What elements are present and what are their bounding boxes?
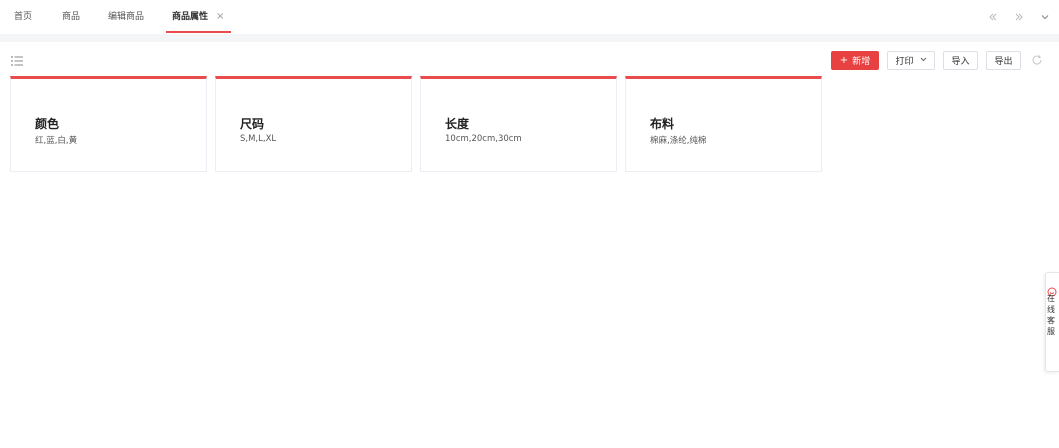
tab-label: 商品属性 [172, 12, 209, 22]
export-button[interactable]: 导出 [986, 50, 1021, 70]
tab-bar: 首页 商品 编辑商品 商品属性 × [0, 0, 1059, 35]
tab-tools [977, 0, 1055, 34]
online-service-widget[interactable]: 在线客服 [1045, 272, 1059, 372]
tab-label: 首页 [14, 12, 33, 22]
add-button-label: 新增 [852, 56, 871, 67]
attribute-card[interactable]: 颜色 红,蓝,白,黄 [10, 76, 207, 172]
export-button-label: 导出 [994, 56, 1013, 67]
tab-product-attributes[interactable]: 商品属性 × [166, 0, 231, 34]
close-left-icon[interactable] [983, 7, 1003, 27]
tab-label: 商品 [62, 12, 81, 22]
add-button[interactable]: + 新增 [831, 50, 879, 70]
print-dropdown-button[interactable]: 打印 [887, 50, 935, 70]
attribute-values: S,M,L,XL [240, 134, 277, 144]
plus-icon: + [839, 54, 849, 66]
tab-products[interactable]: 商品 [62, 0, 80, 34]
active-tab-indicator [166, 31, 231, 33]
content-divider-band [0, 34, 1059, 42]
tab-home[interactable]: 首页 [14, 0, 32, 34]
import-button[interactable]: 导入 [943, 50, 978, 70]
caret-down-icon [920, 56, 927, 64]
attribute-card[interactable]: 尺码 S,M,L,XL [215, 76, 412, 172]
tab-close-icon[interactable]: × [216, 0, 224, 34]
tab-edit-product[interactable]: 编辑商品 [108, 0, 144, 34]
attribute-values: 红,蓝,白,黄 [35, 136, 78, 146]
tab-label: 编辑商品 [108, 12, 145, 22]
attribute-name: 颜色 [35, 117, 60, 131]
attribute-values: 棉麻,涤纶,纯棉 [650, 136, 707, 146]
attribute-card[interactable]: 布料 棉麻,涤纶,纯棉 [625, 76, 822, 172]
attribute-values: 10cm,20cm,30cm [445, 134, 522, 144]
list-view-icon[interactable] [10, 53, 24, 67]
print-button-label: 打印 [895, 56, 914, 67]
chevron-down-icon[interactable] [1035, 7, 1055, 27]
online-service-label: 在线客服 [1047, 294, 1055, 336]
attribute-card[interactable]: 长度 10cm,20cm,30cm [420, 76, 617, 172]
attribute-name: 长度 [445, 117, 470, 131]
close-right-icon[interactable] [1009, 7, 1029, 27]
toolbar: + 新增 打印 导入 导出 [831, 50, 1045, 70]
attribute-name: 布料 [650, 117, 675, 131]
refresh-icon[interactable] [1031, 53, 1045, 67]
service-icon [1047, 282, 1057, 297]
import-button-label: 导入 [951, 56, 970, 67]
attribute-name: 尺码 [240, 117, 265, 131]
